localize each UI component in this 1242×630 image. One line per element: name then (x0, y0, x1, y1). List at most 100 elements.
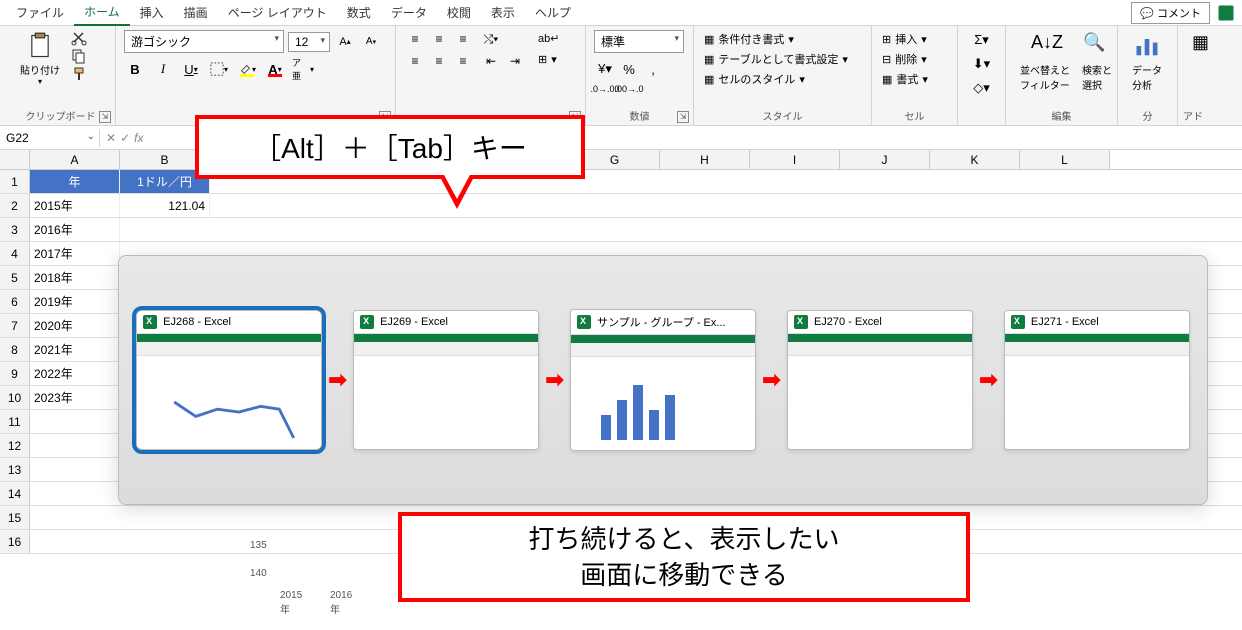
fx-icon[interactable]: fx (134, 131, 143, 145)
sort-filter-button[interactable]: A↓Z 並べ替えと フィルター (1014, 30, 1076, 94)
font-color-button[interactable]: A▾ (264, 59, 286, 79)
increase-font-icon[interactable]: A▴ (334, 32, 356, 52)
decrease-decimal-icon[interactable]: .00→.0 (618, 79, 640, 99)
tab-insert[interactable]: 挿入 (130, 0, 174, 25)
data-analysis-button[interactable]: データ 分析 (1126, 30, 1168, 94)
align-middle-icon[interactable]: ≡ (428, 30, 450, 48)
col-header[interactable]: A (30, 150, 120, 169)
row-header[interactable]: 14 (0, 482, 30, 505)
cell[interactable]: 2020年 (30, 314, 120, 337)
align-left-icon[interactable]: ≡ (404, 52, 426, 70)
format-painter-icon[interactable] (70, 66, 88, 82)
paste-button[interactable]: 貼り付け ▾ (14, 30, 66, 88)
window-thumbnail[interactable]: EJ269 - Excel (353, 310, 539, 450)
increase-decimal-icon[interactable]: .0→.00 (594, 79, 616, 99)
comments-button[interactable]: 💬 コメント (1131, 2, 1210, 24)
autosum-icon[interactable]: Σ▾ (971, 30, 993, 50)
phonetic-button[interactable]: ア亜▾ (292, 59, 314, 79)
name-box[interactable]: G22 (0, 129, 100, 147)
tab-view[interactable]: 表示 (481, 0, 525, 25)
format-cells-button[interactable]: ▦書式▾ (880, 70, 930, 88)
cell[interactable]: 2017年 (30, 242, 120, 265)
tab-file[interactable]: ファイル (6, 0, 74, 25)
bold-button[interactable]: B (124, 59, 146, 79)
tab-draw[interactable]: 描画 (174, 0, 218, 25)
tab-review[interactable]: 校閲 (437, 0, 481, 25)
tab-home[interactable]: ホーム (74, 0, 130, 26)
col-header[interactable]: J (840, 150, 930, 169)
copy-icon[interactable] (70, 48, 88, 64)
cut-icon[interactable] (70, 30, 88, 46)
align-top-icon[interactable]: ≡ (404, 30, 426, 48)
wrap-text-button[interactable]: ab↵ (534, 30, 563, 47)
number-format-select[interactable]: 標準 (594, 30, 684, 53)
tab-data[interactable]: データ (381, 0, 437, 25)
conditional-formatting-button[interactable]: ▦条件付き書式▾ (702, 30, 796, 48)
tab-page-layout[interactable]: ページ レイアウト (218, 0, 337, 25)
col-header[interactable]: L (1020, 150, 1110, 169)
row-header[interactable]: 3 (0, 218, 30, 241)
indent-increase-icon[interactable]: ⇥ (504, 52, 526, 70)
cell-styles-button[interactable]: ▦セルのスタイル▾ (702, 70, 807, 88)
row-header[interactable]: 1 (0, 170, 30, 193)
tab-help[interactable]: ヘルプ (525, 0, 581, 25)
italic-button[interactable]: I (152, 59, 174, 79)
fill-icon[interactable]: ⬇▾ (971, 54, 993, 74)
border-button[interactable]: ▾ (208, 59, 230, 79)
fill-color-button[interactable]: ▾ (236, 59, 258, 79)
row-header[interactable]: 15 (0, 506, 30, 529)
format-as-table-button[interactable]: ▦テーブルとして書式設定▾ (702, 50, 850, 68)
cancel-formula-icon[interactable]: ✕ (106, 131, 116, 145)
row-header[interactable]: 2 (0, 194, 30, 217)
orientation-icon[interactable]: ⤭▾ (480, 30, 502, 48)
align-bottom-icon[interactable]: ≡ (452, 30, 474, 48)
enter-formula-icon[interactable]: ✓ (120, 131, 130, 145)
cell[interactable]: 2015年 (30, 194, 120, 217)
select-all-corner[interactable] (0, 150, 30, 169)
clipboard-dialog-launcher[interactable]: ⇲ (99, 111, 111, 123)
clear-icon[interactable]: ◇▾ (971, 78, 993, 98)
col-header[interactable]: I (750, 150, 840, 169)
col-header[interactable]: K (930, 150, 1020, 169)
row-header[interactable]: 13 (0, 458, 30, 481)
align-center-icon[interactable]: ≡ (428, 52, 450, 70)
underline-button[interactable]: U▾ (180, 59, 202, 79)
window-thumbnail[interactable]: EJ268 - Excel (136, 310, 322, 450)
align-right-icon[interactable]: ≡ (452, 52, 474, 70)
row-header[interactable]: 4 (0, 242, 30, 265)
row-header[interactable]: 8 (0, 338, 30, 361)
comma-icon[interactable]: , (642, 59, 664, 79)
row-header[interactable]: 7 (0, 314, 30, 337)
row-header[interactable]: 5 (0, 266, 30, 289)
addins-button[interactable]: ▦ (1186, 30, 1226, 62)
find-select-button[interactable]: 🔍 検索と 選択 (1076, 30, 1118, 94)
insert-cells-button[interactable]: ⊞挿入▾ (880, 30, 929, 48)
row-header[interactable]: 11 (0, 410, 30, 433)
delete-cells-button[interactable]: ⊟削除▾ (880, 50, 929, 68)
row-header[interactable]: 16 (0, 530, 30, 553)
cell[interactable]: 2021年 (30, 338, 120, 361)
col-header[interactable]: H (660, 150, 750, 169)
indent-decrease-icon[interactable]: ⇤ (480, 52, 502, 70)
row-header[interactable]: 6 (0, 290, 30, 313)
window-thumbnail[interactable]: EJ270 - Excel (787, 310, 973, 450)
decrease-font-icon[interactable]: A▾ (360, 32, 382, 52)
cell[interactable]: 2023年 (30, 386, 120, 409)
cell[interactable]: 2018年 (30, 266, 120, 289)
row-header[interactable]: 9 (0, 362, 30, 385)
cell[interactable]: 121.04 (120, 194, 210, 217)
currency-icon[interactable]: ¥▾ (594, 59, 616, 79)
cell[interactable]: 2016年 (30, 218, 120, 241)
tab-formulas[interactable]: 数式 (337, 0, 381, 25)
font-name-select[interactable]: 游ゴシック (124, 30, 284, 53)
number-dialog-launcher[interactable]: ⇲ (677, 111, 689, 123)
font-size-select[interactable]: 12 (288, 32, 330, 52)
merge-cells-button[interactable]: ⊞▾ (534, 51, 563, 68)
row-header[interactable]: 12 (0, 434, 30, 457)
window-thumbnail[interactable]: サンプル - グループ - Ex... (570, 309, 756, 451)
cell[interactable]: 2019年 (30, 290, 120, 313)
cell[interactable]: 2022年 (30, 362, 120, 385)
share-icon[interactable] (1216, 3, 1236, 23)
percent-icon[interactable]: % (618, 59, 640, 79)
row-header[interactable]: 10 (0, 386, 30, 409)
